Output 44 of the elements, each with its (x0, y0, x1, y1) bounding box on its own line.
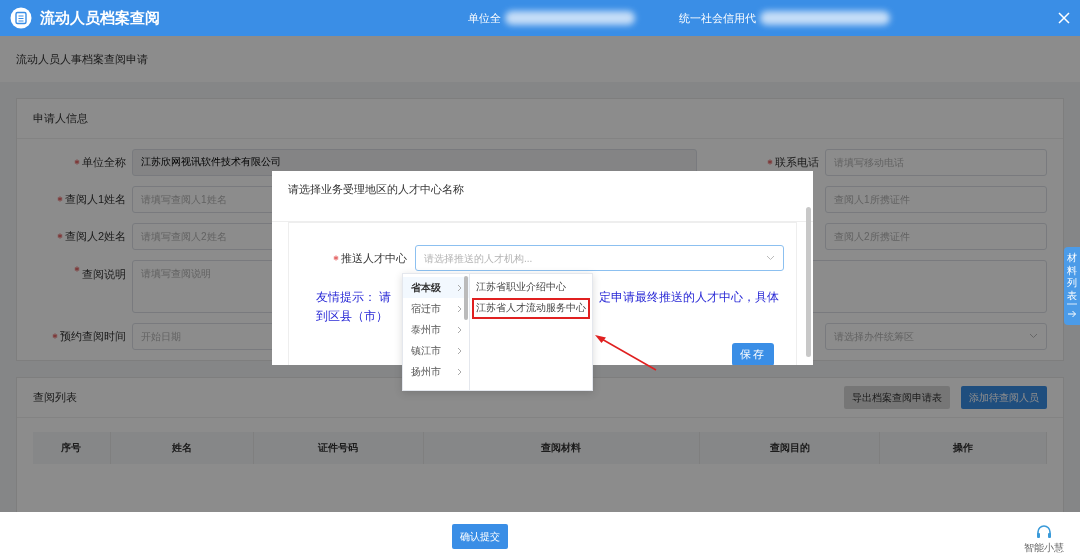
caret-icon (766, 255, 775, 261)
field-label: 联系电话 (775, 154, 819, 170)
close-icon[interactable] (1058, 12, 1070, 24)
hint-text: 友情提示： 请 (316, 289, 392, 306)
field-label: 预约查阅时间 (60, 328, 126, 344)
app-title: 流动人员档案查阅 (40, 7, 160, 28)
field-label: 单位全称 (82, 154, 126, 170)
column-header: 姓名 (110, 431, 254, 464)
assistant-label: 智能小慧 (1024, 541, 1064, 555)
region-option[interactable]: 省本级 (403, 277, 469, 298)
column-header: 查阅材料 (423, 431, 701, 464)
column-header: 证件号码 (253, 431, 424, 464)
chevron-icon (457, 367, 462, 376)
column-header: 序号 (33, 431, 111, 464)
arrow-right-icon (1067, 302, 1077, 320)
chevron-icon (457, 283, 462, 292)
chevron-icon (457, 304, 462, 313)
center-option[interactable]: 江苏省人才流动服务中心 (472, 298, 590, 319)
header-label: 统一社会信用代 (679, 10, 756, 26)
region-option[interactable]: 泰州市 (403, 319, 469, 340)
column-header: 查阅目的 (700, 431, 881, 464)
scrollbar[interactable] (464, 276, 468, 320)
header-label: 单位全 (468, 10, 501, 26)
scrollbar[interactable] (806, 207, 811, 357)
field-label: 查阅人2姓名 (64, 228, 126, 244)
chevron-icon (457, 325, 462, 334)
app-logo-icon (10, 7, 32, 29)
center-option[interactable]: 江苏省职业介绍中心 (472, 277, 590, 298)
export-button[interactable]: 导出档案查阅申请表 (844, 385, 950, 409)
headset-icon[interactable] (1035, 524, 1053, 540)
card-title: 查阅列表 (33, 389, 77, 405)
caret-icon (1029, 333, 1038, 339)
hint-text: 定申请最终推送的人才中心，具体 (599, 289, 779, 306)
hint-text: 到区县（市） (316, 308, 388, 326)
region-option[interactable]: 宿迁市 (403, 298, 469, 319)
field-label: 推送人才中心 (341, 250, 407, 266)
chevron-icon (457, 346, 462, 355)
field-label: 查阅人1姓名 (64, 191, 126, 207)
column-header: 操作 (880, 431, 1047, 464)
field-label: 查阅说明 (82, 266, 126, 282)
region-option[interactable]: 镇江市 (403, 340, 469, 361)
card-title: 申请人信息 (33, 111, 88, 126)
region-option[interactable]: 扬州市 (403, 361, 469, 382)
page-title: 流动人员人事档案查阅申请 (0, 36, 1080, 82)
